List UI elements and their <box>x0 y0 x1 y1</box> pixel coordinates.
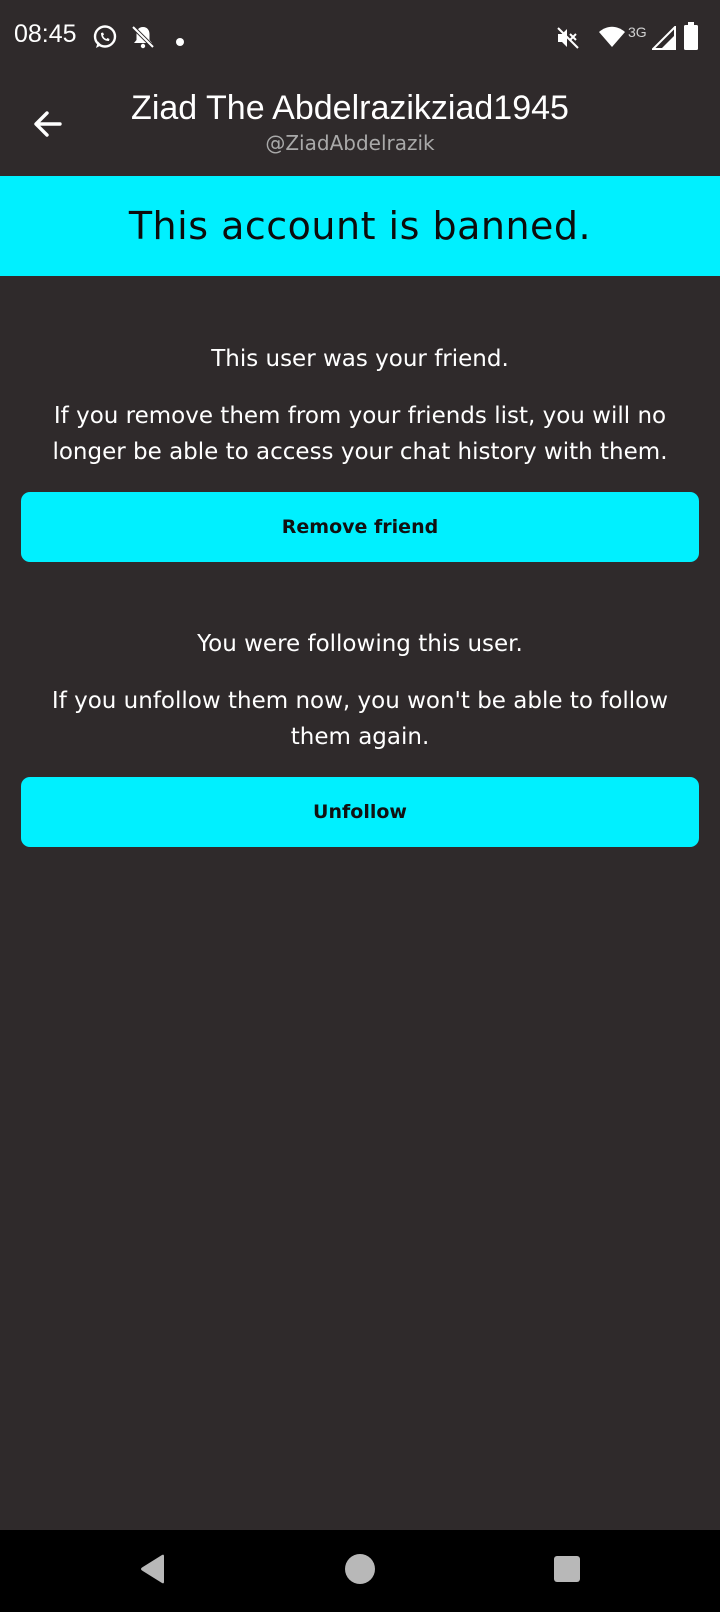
battery-icon <box>684 22 698 54</box>
nav-recents-button[interactable] <box>544 1548 590 1594</box>
whatsapp-icon <box>92 24 118 54</box>
back-button[interactable] <box>22 100 74 152</box>
follow-body: If you unfollow them now, you won't be a… <box>51 688 669 750</box>
nav-recents-icon <box>553 1555 581 1587</box>
friend-headline: This user was your friend. <box>211 346 509 372</box>
arrow-left-icon <box>32 108 64 144</box>
dot-icon <box>175 32 185 51</box>
follow-section: You were following this user. If you unf… <box>0 627 720 755</box>
unfollow-label: Unfollow <box>313 801 407 823</box>
banned-banner-text: This account is banned. <box>128 204 592 248</box>
network-type: 3G <box>628 24 647 40</box>
status-time: 08:45 <box>14 20 77 48</box>
remove-friend-label: Remove friend <box>281 516 439 538</box>
signal-icon <box>650 24 676 54</box>
nav-back-icon <box>138 1553 168 1589</box>
status-bar: 08:45 3G <box>0 0 720 76</box>
wifi-icon <box>598 26 626 52</box>
nav-home-icon <box>344 1553 376 1589</box>
mute-icon <box>556 27 580 53</box>
friend-section: This user was your friend. If you remove… <box>0 342 720 470</box>
screen: 08:45 3G Ziad The Abdelrazikziad1945 @Zi… <box>0 0 720 1612</box>
friend-body: If you remove them from your friends lis… <box>52 403 668 465</box>
username-subtitle: @ZiadAbdelrazik <box>265 131 435 155</box>
remove-friend-button[interactable]: Remove friend <box>21 492 699 562</box>
notifications-off-icon <box>130 24 156 54</box>
app-bar: Ziad The Abdelrazikziad1945 @ZiadAbdelra… <box>0 76 720 176</box>
page-title: Ziad The Abdelrazikziad1945 <box>131 89 569 127</box>
nav-back-button[interactable] <box>130 1548 176 1594</box>
system-nav-bar <box>0 1530 720 1612</box>
follow-headline: You were following this user. <box>197 631 523 657</box>
unfollow-button[interactable]: Unfollow <box>21 777 699 847</box>
title-block: Ziad The Abdelrazikziad1945 @ZiadAbdelra… <box>100 88 600 156</box>
nav-home-button[interactable] <box>337 1548 383 1594</box>
banned-banner: This account is banned. <box>0 176 720 276</box>
